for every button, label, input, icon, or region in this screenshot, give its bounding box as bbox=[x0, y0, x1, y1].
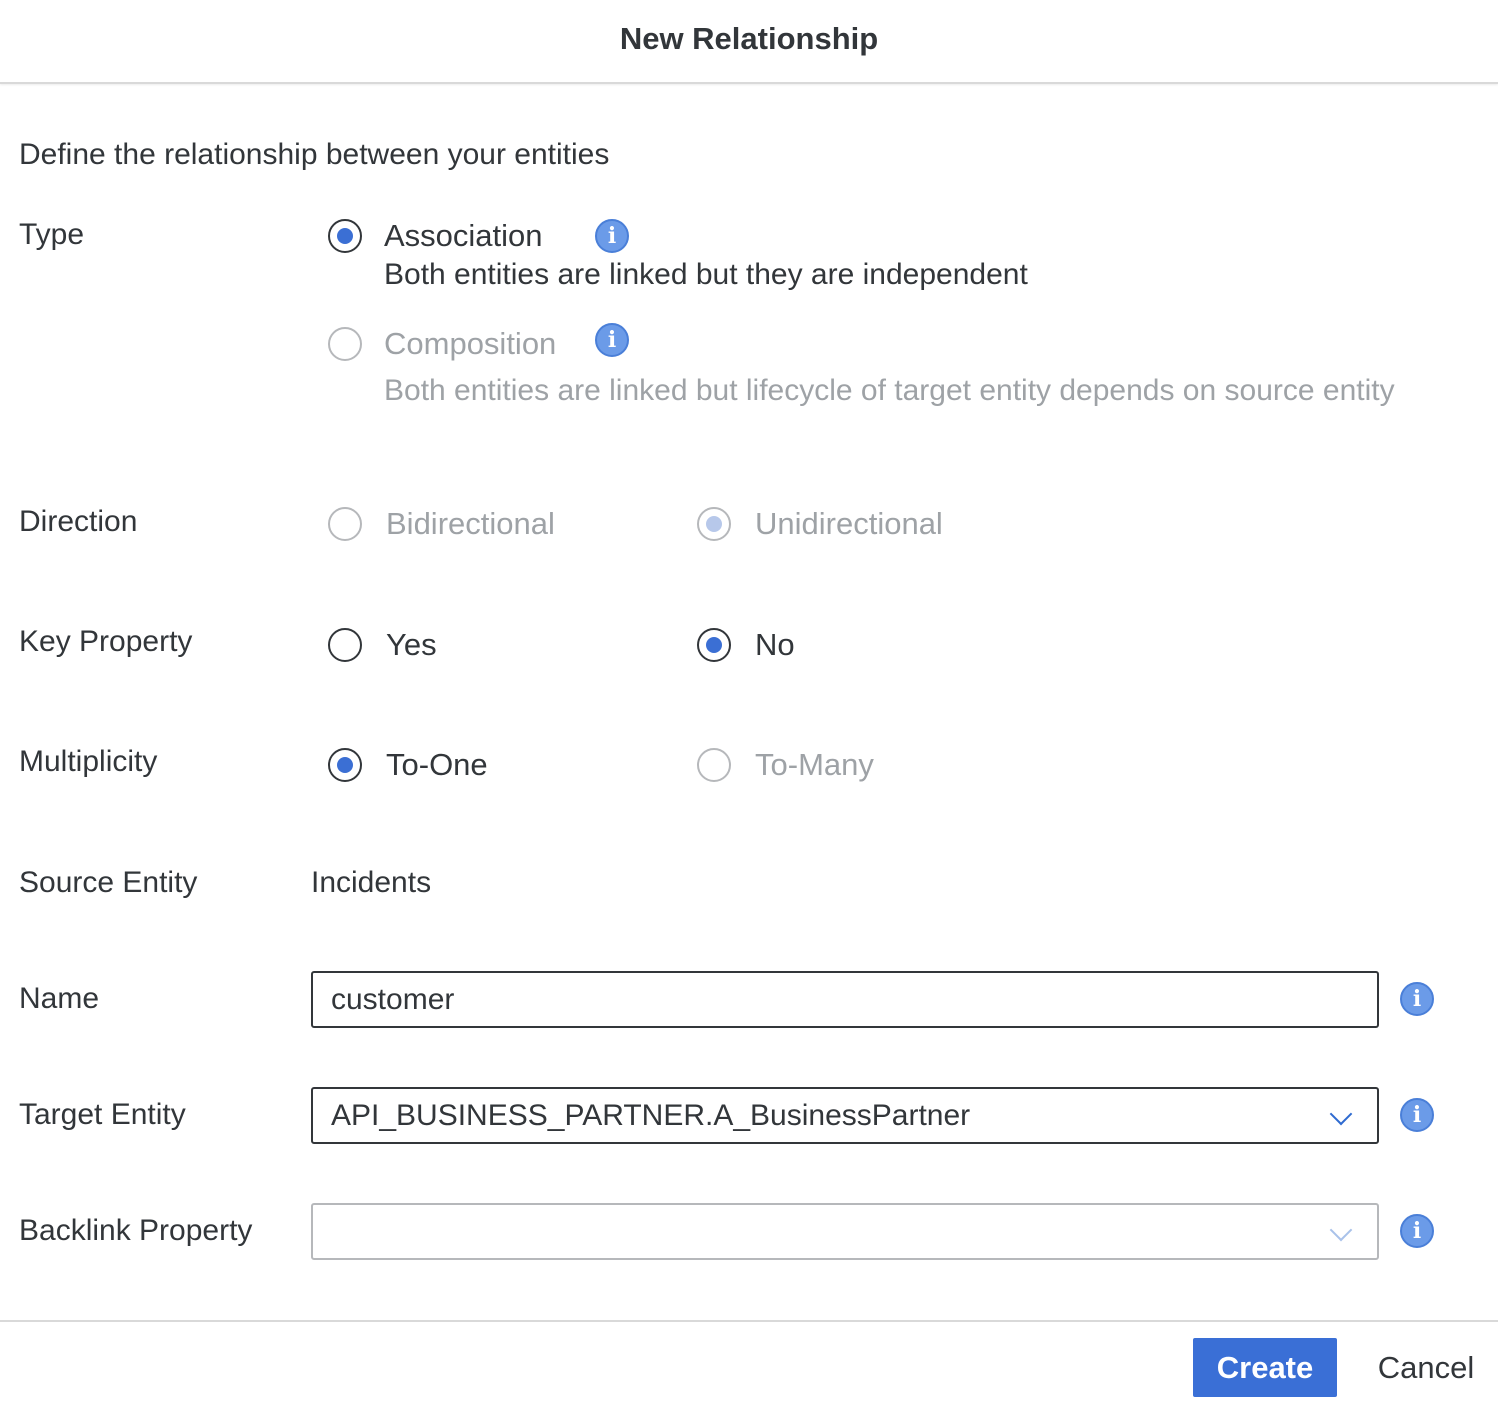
direction-label: Direction bbox=[19, 505, 138, 538]
target-entity-label: Target Entity bbox=[19, 1098, 186, 1131]
dialog-intro-text: Define the relationship between your ent… bbox=[19, 138, 610, 171]
type-label: Type bbox=[19, 218, 85, 251]
to-many-label[interactable]: To-Many bbox=[755, 747, 874, 783]
multiplicity-label: Multiplicity bbox=[19, 745, 158, 778]
backlink-property-label: Backlink Property bbox=[19, 1214, 253, 1247]
dialog-header: New Relationship bbox=[0, 0, 1498, 84]
chevron-down-icon[interactable] bbox=[1329, 1218, 1353, 1242]
target-entity-value: API_BUSINESS_PARTNER.A_BusinessPartner bbox=[331, 1098, 971, 1132]
unidirectional-label[interactable]: Unidirectional bbox=[755, 506, 943, 542]
name-label: Name bbox=[19, 982, 100, 1015]
to-one-label[interactable]: To-One bbox=[386, 747, 488, 783]
cancel-button[interactable]: Cancel bbox=[1362, 1338, 1490, 1397]
radio-key-yes[interactable] bbox=[328, 628, 362, 662]
radio-unidirectional[interactable] bbox=[697, 507, 731, 541]
radio-composition[interactable] bbox=[328, 327, 362, 361]
backlink-property-select[interactable] bbox=[311, 1203, 1379, 1260]
radio-association[interactable] bbox=[328, 219, 362, 253]
name-input[interactable] bbox=[311, 971, 1379, 1028]
association-description: Both entities are linked but they are in… bbox=[384, 258, 1028, 291]
composition-description: Both entities are linked but lifecycle o… bbox=[384, 374, 1395, 407]
radio-bidirectional[interactable] bbox=[328, 507, 362, 541]
composition-label[interactable]: Composition bbox=[384, 326, 556, 362]
key-property-label: Key Property bbox=[19, 625, 193, 658]
key-yes-label[interactable]: Yes bbox=[386, 627, 437, 663]
source-entity-value: Incidents bbox=[311, 866, 432, 899]
association-label[interactable]: Association bbox=[384, 218, 543, 254]
target-entity-info-icon[interactable]: i bbox=[1400, 1098, 1434, 1132]
radio-key-no[interactable] bbox=[697, 628, 731, 662]
target-entity-select[interactable]: API_BUSINESS_PARTNER.A_BusinessPartner bbox=[311, 1087, 1379, 1144]
key-no-label[interactable]: No bbox=[755, 627, 795, 663]
backlink-property-info-icon[interactable]: i bbox=[1400, 1214, 1434, 1248]
association-info-icon[interactable]: i bbox=[595, 219, 629, 253]
source-entity-label: Source Entity bbox=[19, 866, 198, 899]
dialog-title: New Relationship bbox=[619, 21, 879, 56]
name-info-icon[interactable]: i bbox=[1400, 982, 1434, 1016]
bidirectional-label[interactable]: Bidirectional bbox=[386, 506, 555, 542]
composition-info-icon[interactable]: i bbox=[595, 323, 629, 357]
radio-to-many[interactable] bbox=[697, 748, 731, 782]
radio-to-one[interactable] bbox=[328, 748, 362, 782]
chevron-down-icon[interactable] bbox=[1329, 1102, 1353, 1126]
create-button[interactable]: Create bbox=[1193, 1338, 1337, 1397]
